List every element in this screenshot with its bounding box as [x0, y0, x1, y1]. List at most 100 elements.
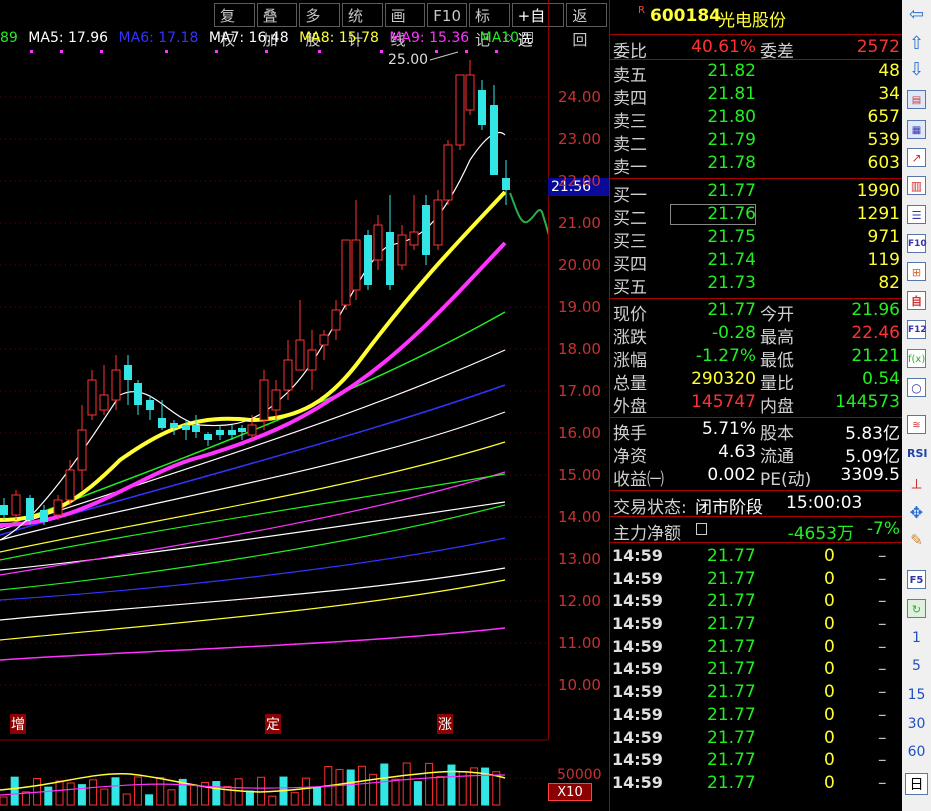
candle-body	[87, 379, 97, 416]
tick-direction: –	[878, 591, 887, 612]
period-daily[interactable]: 日	[905, 773, 928, 795]
window-icon[interactable]	[522, 32, 534, 43]
circle-icon[interactable]: ○	[907, 378, 926, 397]
period-60min[interactable]: 60	[902, 744, 931, 760]
pencil-icon[interactable]: ✎	[907, 531, 926, 550]
arrow-down-icon[interactable]: ⇩	[907, 60, 926, 79]
candle-body	[283, 359, 293, 391]
volume-multiplier-button[interactable]: X10	[548, 783, 592, 801]
formula-icon[interactable]: f(x)	[907, 349, 926, 368]
quote-value: 21.77	[707, 300, 756, 320]
tick-volume: 0	[824, 614, 835, 635]
tick-list[interactable]: 14:59 21.77 0–14:59 21.77 0–14:59 21.77 0–14:5…	[610, 543, 902, 796]
tick-price: 21.77	[707, 727, 756, 748]
volume-bar	[290, 792, 299, 806]
quote-label: 总量	[613, 374, 647, 394]
kline-chart[interactable]: 复权 叠加 多股 统计 画线 F10 标记 +自选 返回 89 MA5: 17.…	[0, 0, 609, 811]
volume-bar	[145, 794, 154, 806]
toolbar-button-rights[interactable]: 复权	[214, 3, 255, 49]
kline-canvas[interactable]	[0, 0, 548, 811]
list-icon[interactable]	[696, 523, 707, 535]
candle-body	[11, 494, 21, 516]
line-chart-icon[interactable]: ↗	[907, 148, 926, 167]
ma-legend-item: MA8: 15.78	[299, 30, 379, 46]
grid-icon[interactable]: ▦	[907, 120, 926, 139]
arrow-up-icon[interactable]: ⇧	[907, 34, 926, 53]
legend-buttons: ◇	[504, 32, 534, 43]
volume-bar	[167, 789, 176, 806]
toolbar-button-draw[interactable]: 画线	[384, 3, 426, 49]
rsi-icon[interactable]: RSI	[907, 444, 928, 463]
bid-book: 买一 21.77 1990 买二 21.76 1291 买三 21.75 971 买四 21.74 1…	[610, 179, 902, 299]
tick-price: 21.77	[707, 591, 756, 612]
stock-name[interactable]: 光电股份	[718, 6, 786, 31]
net-flow-pct: -7%	[866, 519, 900, 539]
volume-bar	[458, 771, 467, 806]
toolbar-button-overlay[interactable]: 叠加	[256, 3, 298, 49]
self-select-icon[interactable]: 自	[907, 291, 926, 310]
toolbar-button-multi-stock[interactable]: 多股	[299, 3, 340, 49]
moving-average-line	[0, 131, 506, 541]
period-1min[interactable]: 1	[902, 630, 931, 646]
toolbar-button-stats[interactable]: 统计	[341, 3, 383, 49]
bid-row[interactable]: 买五 21.73 82	[610, 273, 902, 298]
ask-book: 卖五 21.82 48 卖四 21.81 34 卖三 21.80 657 卖二 21.79 539 卖一…	[610, 60, 902, 179]
fundamental-label: 收益㈠	[613, 470, 664, 490]
bid-row[interactable]: 买四 21.74 119	[610, 250, 902, 275]
stock-code[interactable]: 600184	[650, 6, 721, 26]
quote-table-icon[interactable]: ▤	[907, 90, 926, 109]
fundamental-value: 5.83亿	[845, 424, 900, 444]
tick-direction: –	[878, 636, 887, 657]
bid-row[interactable]: 买二 21.76 1291	[610, 204, 902, 229]
volume-bar	[100, 788, 109, 806]
order-ratio-row: 委比 40.61% 委差 2572	[610, 35, 902, 62]
candle-body	[77, 429, 87, 471]
news-icon[interactable]: ⊞	[907, 262, 926, 281]
price-tick-label: 21.00	[558, 214, 601, 232]
volume-bar	[89, 779, 98, 806]
quote-label: 涨跌	[613, 328, 647, 348]
refresh-icon[interactable]: ↻	[907, 599, 926, 618]
moving-average-line	[0, 579, 506, 641]
tick-direction: –	[878, 682, 887, 703]
bid-row[interactable]: 买三 21.75 971	[610, 227, 902, 252]
candle-body	[53, 499, 63, 516]
fundamental-value: 5.09亿	[845, 447, 900, 467]
f12-icon[interactable]: F12	[907, 320, 927, 339]
tick-volume: 0	[824, 727, 835, 748]
period-5min[interactable]: 5	[902, 658, 931, 674]
tick-volume: 0	[824, 546, 835, 566]
quote-row: 涨幅 -1.27% 最低 21.21	[610, 346, 902, 371]
tick-price: 21.77	[707, 682, 756, 703]
order-ratio-value: 40.61%	[691, 37, 756, 57]
candle-body	[238, 428, 246, 432]
wave-icon[interactable]: ≋	[907, 415, 926, 434]
volume-bar	[44, 786, 53, 806]
indicator-icon[interactable]: ⟂	[907, 475, 926, 494]
fundamental-value: 0.002	[707, 465, 756, 485]
legend-marker	[435, 50, 438, 53]
net-flow-row: 主力净额 -4653万 -7%	[610, 517, 902, 544]
signal-marker: 增	[10, 714, 26, 734]
kline-icon[interactable]: ▥	[907, 176, 926, 195]
period-15min[interactable]: 15	[902, 687, 931, 703]
ask-price: 21.78	[707, 153, 756, 173]
arrow-left-icon[interactable]: ⇦	[907, 5, 926, 24]
toolbar-button-mark[interactable]: 标记	[469, 3, 510, 49]
volume-bar	[189, 784, 198, 806]
order-diff-label: 委差	[760, 42, 794, 62]
candle-body	[478, 90, 486, 125]
quote-label: 今开	[760, 305, 794, 325]
tick-row: 14:59 21.77 0 –	[610, 750, 902, 773]
candle-body	[295, 339, 305, 371]
quote-panel: R 600184 光电股份 委比 40.61% 委差 2572 卖五 21.82 4…	[609, 0, 902, 811]
toolbar-button-f10[interactable]: F10	[427, 3, 467, 27]
window-list-icon[interactable]: ☰	[907, 205, 926, 224]
diamond-icon[interactable]: ◇	[504, 32, 512, 43]
period-30min[interactable]: 30	[902, 716, 931, 732]
f10-icon[interactable]: F10	[907, 234, 927, 253]
move-icon[interactable]: ✥	[907, 503, 926, 522]
candle-body	[364, 235, 372, 285]
bid-row[interactable]: 买一 21.77 1990	[610, 181, 902, 206]
f5-icon[interactable]: F5	[907, 570, 926, 589]
